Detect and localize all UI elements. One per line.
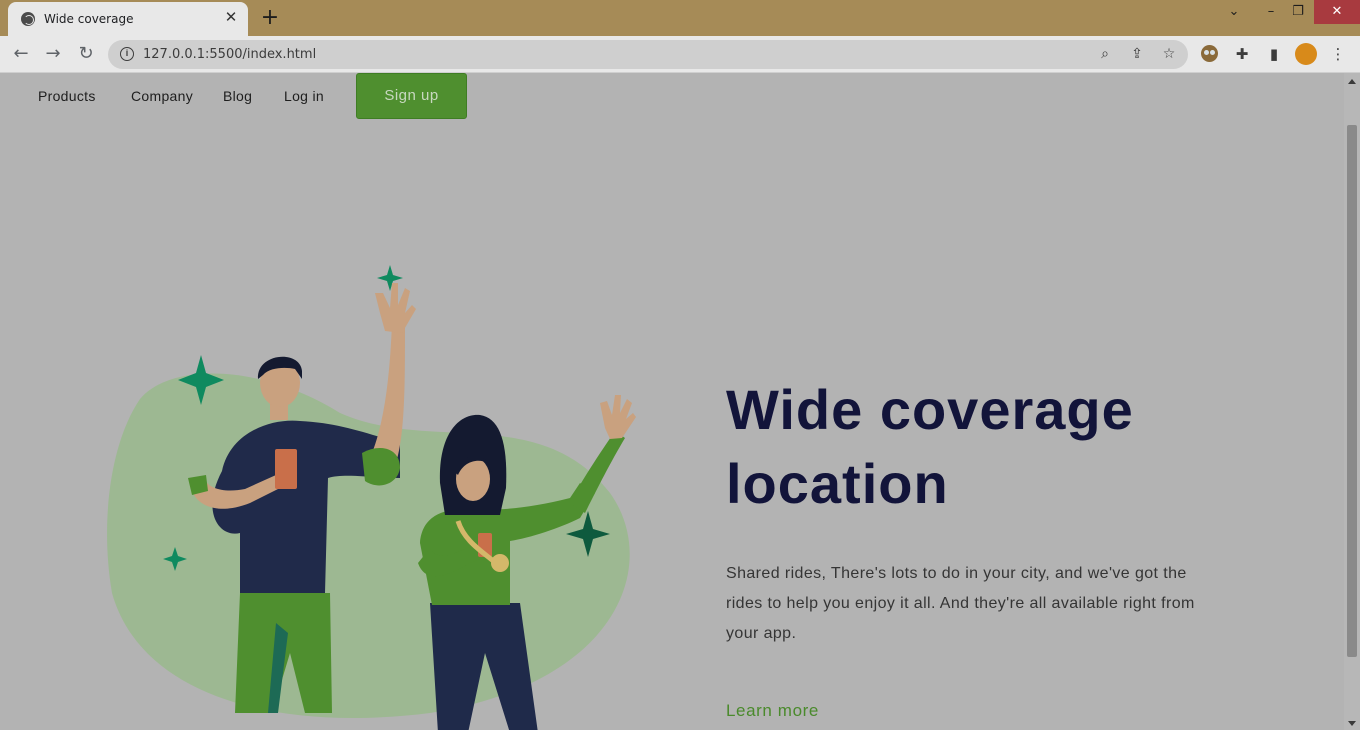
- tab-search-icon[interactable]: ⌄: [1219, 0, 1249, 24]
- browser-tab[interactable]: Wide coverage ✕: [8, 2, 248, 36]
- hero-title: Wide coverage location: [726, 373, 1246, 521]
- browser-titlebar: Wide coverage ✕ + ⌄ – ❐ ✕: [0, 0, 1360, 36]
- background-blob: [107, 373, 630, 718]
- scroll-up-icon[interactable]: [1348, 79, 1356, 84]
- restore-button[interactable]: ❐: [1283, 0, 1313, 24]
- reload-icon[interactable]: ↻: [76, 44, 96, 64]
- sparkle-icon: [377, 265, 403, 291]
- page-viewport: Products Company Blog Log in Sign up Wid…: [0, 73, 1344, 730]
- puzzle-icon[interactable]: ✚: [1232, 44, 1252, 64]
- sidepanel-icon[interactable]: ▮: [1264, 44, 1284, 64]
- hero-description: Shared rides, There's lots to do in your…: [726, 565, 1195, 642]
- scroll-thumb[interactable]: [1347, 125, 1357, 657]
- hero-illustration: [107, 265, 636, 730]
- info-icon[interactable]: i: [120, 47, 134, 61]
- star-icon[interactable]: ☆: [1160, 45, 1178, 63]
- page-scrollbar[interactable]: [1344, 73, 1360, 730]
- extension-icon[interactable]: [1201, 45, 1218, 62]
- learn-more-link[interactable]: Learn more: [726, 701, 819, 721]
- woman-medal: [491, 554, 509, 572]
- zoom-icon[interactable]: ⌕: [1096, 45, 1114, 63]
- address-bar[interactable]: i 127.0.0.1:5500/index.html ⌕ ⇪ ☆: [108, 40, 1188, 69]
- nav-products[interactable]: Products: [38, 88, 96, 104]
- scroll-down-icon[interactable]: [1348, 721, 1356, 726]
- nav-blog[interactable]: Blog: [223, 88, 252, 104]
- url-text[interactable]: 127.0.0.1:5500/index.html: [143, 47, 316, 62]
- signup-button[interactable]: Sign up: [356, 73, 467, 119]
- close-tab-icon[interactable]: ✕: [222, 9, 240, 27]
- hero-title-line1: Wide coverage: [726, 378, 1134, 441]
- nav-company[interactable]: Company: [131, 88, 193, 104]
- phone-icon: [275, 449, 297, 489]
- back-icon[interactable]: ←: [11, 44, 31, 64]
- hero-title-line2: location: [726, 452, 949, 515]
- woman-hand: [600, 395, 636, 439]
- man-hand: [375, 283, 416, 333]
- minimize-button[interactable]: –: [1256, 0, 1286, 24]
- share-icon[interactable]: ⇪: [1128, 45, 1146, 63]
- menu-icon[interactable]: ⋮: [1328, 44, 1348, 64]
- close-window-button[interactable]: ✕: [1314, 0, 1360, 24]
- new-tab-button[interactable]: +: [259, 7, 281, 30]
- browser-toolbar: ← → ↻ i 127.0.0.1:5500/index.html ⌕ ⇪ ☆ …: [0, 36, 1360, 73]
- globe-icon: [21, 12, 35, 26]
- tab-title: Wide coverage: [44, 12, 134, 26]
- nav-login[interactable]: Log in: [284, 88, 324, 104]
- profile-avatar[interactable]: [1295, 43, 1317, 65]
- forward-icon[interactable]: →: [43, 44, 63, 64]
